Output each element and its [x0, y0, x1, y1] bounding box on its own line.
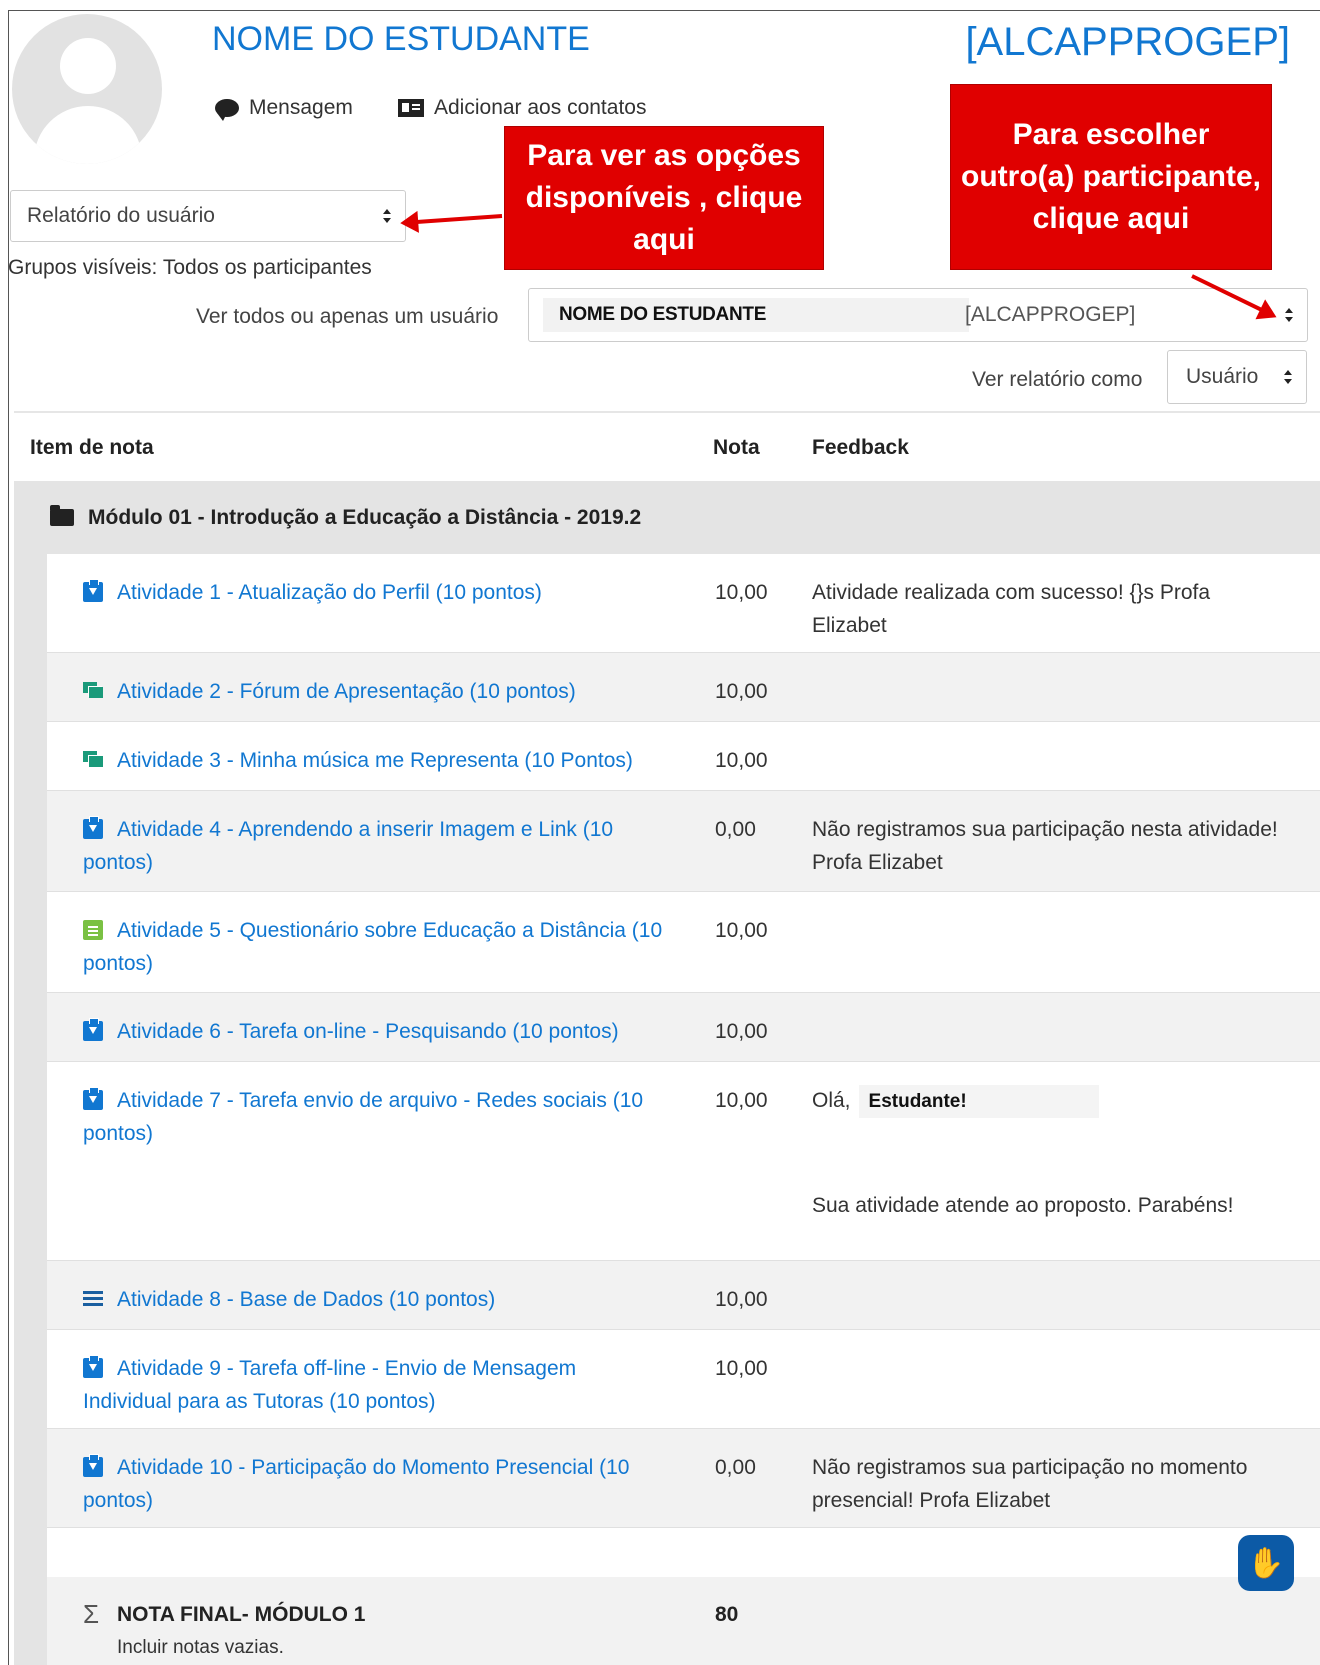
assignment-icon [83, 1355, 103, 1378]
student-name[interactable]: NOME DO ESTUDANTE [212, 20, 590, 59]
feedback-second-line: Sua atividade atende ao proposto. Parabé… [812, 1194, 1234, 1217]
options-callout: Para ver as opções disponíveis , clique … [504, 126, 824, 270]
feedback-text: Não registramos sua participação no mome… [812, 1456, 1248, 1512]
add-contact-button[interactable]: Adicionar aos contatos [398, 96, 646, 120]
table-row: Atividade 1 - Atualização do Perfil (10 … [47, 554, 1320, 653]
grade-item-link[interactable]: Atividade 4 - Aprendendo a inserir Image… [83, 816, 613, 874]
table-row: Atividade 5 - Questionário sobre Educaçã… [47, 892, 1320, 993]
grade-value: 10,00 [715, 1357, 768, 1380]
header-item: Item de nota [30, 436, 154, 459]
grade-value: 10,00 [715, 1288, 768, 1311]
view-as-select[interactable]: Usuário [1167, 350, 1307, 404]
feedback-name: Estudante! [858, 1085, 1099, 1118]
accessibility-hand-icon[interactable]: ✋ [1238, 1535, 1294, 1591]
table-row: Atividade 4 - Aprendendo a inserir Image… [47, 791, 1320, 892]
item-label[interactable]: Atividade 7 - Tarefa envio de arquivo - … [83, 1089, 643, 1145]
user-select-name: NOME DO ESTUDANTE [543, 298, 969, 332]
grade-value: 10,00 [715, 919, 768, 942]
grade-item-link[interactable]: Atividade 8 - Base de Dados (10 pontos) [83, 1288, 495, 1311]
grade-item-link[interactable]: Atividade 6 - Tarefa on-line - Pesquisan… [83, 1018, 619, 1043]
database-icon [83, 1289, 103, 1309]
report-select-value: Relatório do usuário [27, 204, 215, 227]
view-as-value: Usuário [1186, 365, 1259, 388]
item-label[interactable]: Atividade 1 - Atualização do Perfil (10 … [117, 581, 542, 604]
assignment-icon [83, 816, 103, 839]
select-caret-icon [1285, 308, 1293, 322]
grade-rows: Atividade 1 - Atualização do Perfil (10 … [47, 554, 1320, 1528]
grade-item-link[interactable]: Atividade 3 - Minha música me Representa… [83, 749, 633, 772]
total-grade: 80 [715, 1603, 739, 1626]
item-label[interactable]: Atividade 8 - Base de Dados (10 pontos) [117, 1288, 495, 1311]
grade-item-link[interactable]: Atividade 5 - Questionário sobre Educaçã… [83, 919, 662, 975]
participant-callout: Para escolher outro(a) participante, cli… [950, 84, 1272, 270]
divider [14, 411, 1320, 413]
assignment-icon [83, 1454, 103, 1477]
message-button[interactable]: Mensagem [215, 96, 353, 121]
table-row: Atividade 7 - Tarefa envio de arquivo - … [47, 1062, 1320, 1261]
user-select[interactable]: NOME DO ESTUDANTE [ALCAPPROGEP] [528, 288, 1308, 342]
grade-value: 0,00 [715, 818, 756, 841]
grade-item-link[interactable]: Atividade 1 - Atualização do Perfil (10 … [83, 579, 542, 604]
grade-item-link[interactable]: Atividade 9 - Tarefa off-line - Envio de… [83, 1355, 576, 1413]
sigma-icon: Σ [83, 1599, 100, 1629]
select-caret-icon [1284, 370, 1292, 384]
item-label[interactable]: Atividade 6 - Tarefa on-line - Pesquisan… [117, 1020, 619, 1043]
folder-icon [50, 505, 74, 526]
item-label[interactable]: Atividade 9 - Tarefa off-line - Envio de… [83, 1357, 576, 1413]
course-total-row: Σ NOTA FINAL- MÓDULO 1 Incluir notas vaz… [47, 1577, 1320, 1665]
module-row: Módulo 01 - Introdução a Educação a Dist… [14, 481, 1320, 554]
feedback-greeting: Olá, [812, 1089, 851, 1112]
category-indent-bar [14, 554, 47, 1665]
grade-item-link[interactable]: Atividade 2 - Fórum de Apresentação (10 … [83, 680, 576, 703]
avatar[interactable] [12, 14, 162, 164]
grade-value: 10,00 [715, 1089, 768, 1112]
assignment-icon [83, 1018, 103, 1041]
grade-value: 10,00 [715, 680, 768, 703]
item-label[interactable]: Atividade 3 - Minha música me Representa… [117, 749, 633, 772]
item-label[interactable]: Atividade 5 - Questionário sobre Educaçã… [83, 919, 662, 975]
module-title: Módulo 01 - Introdução a Educação a Dist… [88, 505, 642, 529]
contact-card-icon [398, 99, 424, 117]
item-label[interactable]: Atividade 4 - Aprendendo a inserir Image… [83, 818, 613, 874]
grade-value: 10,00 [715, 1020, 768, 1043]
table-row: Atividade 8 - Base de Dados (10 pontos) … [47, 1261, 1320, 1330]
chat-icon [215, 99, 239, 121]
feedback-text: Atividade realizada com sucesso! {}s Pro… [812, 581, 1211, 637]
forum-icon [83, 681, 103, 701]
total-note: Incluir notas vazias. [117, 1637, 284, 1658]
feedback-text: Não registramos sua participação nesta a… [812, 818, 1278, 874]
table-row: Atividade 2 - Fórum de Apresentação (10 … [47, 653, 1320, 722]
course-code: [ALCAPPROGEP] [965, 20, 1290, 64]
user-select-code: [ALCAPPROGEP] [965, 303, 1136, 326]
grade-item-link[interactable]: Atividade 10 - Participação do Momento P… [83, 1454, 629, 1512]
header-feedback: Feedback [812, 436, 909, 459]
grade-value: 0,00 [715, 1456, 756, 1479]
view-as-label: Ver relatório como [972, 368, 1143, 391]
select-caret-icon [383, 209, 391, 223]
total-label: NOTA FINAL- MÓDULO 1 [117, 1603, 366, 1626]
header-grade: Nota [713, 436, 760, 459]
quiz-icon [83, 920, 103, 940]
feedback-text: Olá, Estudante! [812, 1084, 1282, 1118]
user-filter-label: Ver todos ou apenas um usuário [196, 305, 499, 328]
table-row: Atividade 10 - Participação do Momento P… [47, 1429, 1320, 1528]
table-row: Atividade 6 - Tarefa on-line - Pesquisan… [47, 993, 1320, 1062]
assignment-icon [83, 1087, 103, 1110]
assignment-icon [83, 579, 103, 602]
item-label[interactable]: Atividade 10 - Participação do Momento P… [83, 1456, 629, 1512]
grade-item-link[interactable]: Atividade 7 - Tarefa envio de arquivo - … [83, 1087, 643, 1145]
table-row: Atividade 9 - Tarefa off-line - Envio de… [47, 1330, 1320, 1429]
report-select[interactable]: Relatório do usuário [10, 190, 406, 242]
add-contact-label: Adicionar aos contatos [434, 96, 647, 119]
item-label[interactable]: Atividade 2 - Fórum de Apresentação (10 … [117, 680, 576, 703]
grade-value: 10,00 [715, 581, 768, 604]
message-label: Mensagem [249, 96, 353, 119]
forum-icon [83, 750, 103, 770]
visible-groups: Grupos visíveis: Todos os participantes [8, 256, 372, 279]
grade-value: 10,00 [715, 749, 768, 772]
table-row: Atividade 3 - Minha música me Representa… [47, 722, 1320, 791]
